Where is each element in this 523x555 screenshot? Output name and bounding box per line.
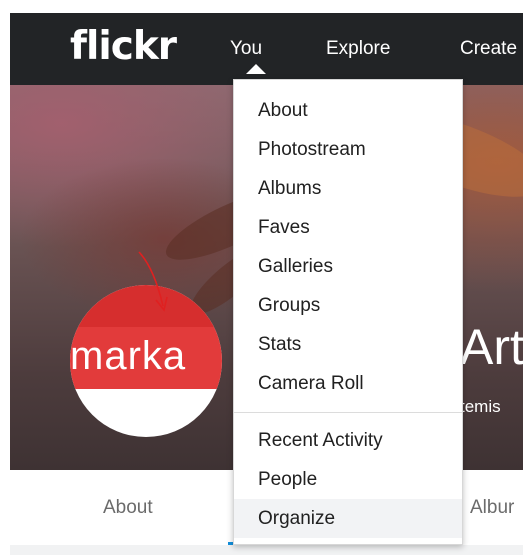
you-dropdown-menu: About Photostream Albums Faves Galleries…	[233, 79, 463, 545]
menu-item-galleries[interactable]: Galleries	[234, 247, 462, 286]
menu-item-stats[interactable]: Stats	[234, 325, 462, 364]
menu-item-groups[interactable]: Groups	[234, 286, 462, 325]
flickr-profile-page: flickr You Explore Create marka Art temi…	[0, 0, 523, 555]
nav-explore[interactable]: Explore	[326, 38, 390, 60]
flickr-logo[interactable]: flickr	[70, 24, 177, 69]
dropdown-caret-icon	[246, 64, 266, 74]
menu-item-recent-activity[interactable]: Recent Activity	[234, 421, 462, 460]
profile-handle: temis	[460, 397, 501, 416]
menu-item-people[interactable]: People	[234, 460, 462, 499]
menu-item-organize[interactable]: Organize	[234, 499, 462, 538]
nav-you[interactable]: You	[230, 38, 262, 60]
menu-item-albums[interactable]: Albums	[234, 169, 462, 208]
profile-name: Art	[460, 319, 523, 375]
menu-item-about[interactable]: About	[234, 91, 462, 130]
bottom-strip	[10, 545, 523, 555]
subnav-about[interactable]: About	[103, 497, 153, 519]
subnav-albums[interactable]: Albur	[470, 497, 514, 519]
menu-divider	[234, 412, 462, 413]
menu-item-faves[interactable]: Faves	[234, 208, 462, 247]
annotation-arrow-icon	[138, 251, 168, 312]
top-navbar: flickr You Explore Create	[10, 13, 523, 85]
nav-create[interactable]: Create	[460, 38, 517, 60]
menu-item-photostream[interactable]: Photostream	[234, 130, 462, 169]
menu-item-camera-roll[interactable]: Camera Roll	[234, 364, 462, 403]
avatar-logo-text: marka	[70, 334, 187, 378]
